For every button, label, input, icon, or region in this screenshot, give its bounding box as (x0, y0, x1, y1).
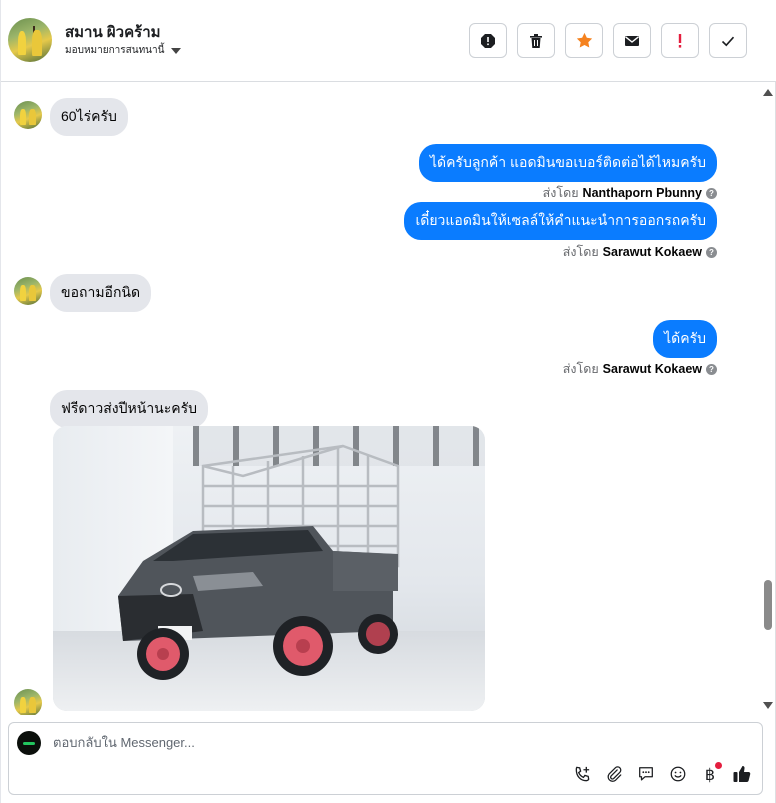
incoming-message[interactable]: 60ไร่ครับ (50, 98, 128, 136)
saved-replies-button[interactable] (636, 764, 656, 784)
outgoing-message[interactable]: เดี๋ยวแอดมินให้เซลล์ให้คำแนะนำการออกรถคร… (404, 202, 717, 240)
mail-icon (625, 35, 639, 46)
assign-label: มอบหมายการสนทนานี้ (65, 45, 165, 56)
contact-avatar-small[interactable] (14, 101, 42, 129)
help-icon[interactable]: ? (706, 187, 717, 199)
outgoing-message[interactable]: ได้ครับ (653, 320, 717, 358)
check-icon (721, 36, 735, 46)
message-composer: ฿ (8, 722, 763, 795)
message-thread: 60ไร่ครับ ได้ครับลูกค้า แอดมินขอเบอร์ติด… (1, 83, 761, 715)
mark-important-button[interactable] (661, 23, 699, 58)
paperclip-icon (607, 766, 622, 782)
star-icon (576, 32, 592, 48)
mark-unread-button[interactable] (613, 23, 651, 58)
spam-icon (481, 33, 495, 48)
attached-photo-truck[interactable] (53, 426, 485, 711)
trash-icon (530, 33, 542, 48)
important-icon (678, 33, 682, 48)
sender-name: Sarawut Kokaew (602, 245, 702, 259)
contact-avatar[interactable] (8, 18, 52, 62)
page-avatar (17, 731, 41, 755)
outgoing-message[interactable]: ได้ครับลูกค้า แอดมินขอเบอร์ติดต่อได้ไหมค… (418, 144, 717, 182)
chat-bubble-icon (639, 767, 653, 781)
scroll-thumb[interactable] (764, 580, 772, 630)
incoming-message[interactable]: ขอถามอีกนิด (50, 274, 152, 312)
sent-by-prefix: ส่งโดย (562, 362, 599, 376)
help-icon[interactable]: ? (706, 246, 717, 258)
composer-tools: ฿ (572, 762, 752, 784)
payment-button[interactable]: ฿ (700, 762, 722, 784)
contact-name[interactable]: สมาน ผิวคร้าม (65, 20, 161, 44)
emoji-button[interactable] (668, 764, 688, 784)
help-icon[interactable]: ? (706, 363, 717, 375)
sent-by-label: ส่งโดย Sarawut Kokaew ? (563, 242, 717, 262)
smiley-icon (670, 766, 686, 782)
contact-avatar-small[interactable] (14, 277, 42, 305)
assign-conversation-dropdown[interactable]: มอบหมายการสนทนานี้ (65, 43, 182, 58)
reply-input[interactable] (53, 735, 733, 750)
inbox-conversation-panel: สมาน ผิวคร้าม มอบหมายการสนทนานี้ 60ไร่คร… (0, 0, 776, 803)
caret-down-icon (171, 47, 182, 54)
send-like-button[interactable] (732, 764, 752, 784)
call-button[interactable] (572, 764, 592, 784)
sent-by-label: ส่งโดย Sarawut Kokaew ? (563, 359, 717, 379)
scroll-up-arrow-icon[interactable] (763, 89, 773, 96)
sent-by-label: ส่งโดย Nanthaporn Pbunny ? (543, 183, 717, 203)
conversation-actions (469, 23, 747, 58)
thumbs-up-icon (733, 766, 751, 782)
delete-button[interactable] (517, 23, 555, 58)
phone-plus-icon (575, 766, 589, 781)
sent-by-prefix: ส่งโดย (562, 245, 599, 259)
star-button[interactable] (565, 23, 603, 58)
conversation-header: สมาน ผิวคร้าม มอบหมายการสนทนานี้ (1, 0, 776, 82)
sent-by-prefix: ส่งโดย (542, 186, 579, 200)
incoming-message[interactable]: ฟรีดาวส่งปีหน้านะครับ (50, 390, 209, 428)
sender-name: Sarawut Kokaew (602, 362, 702, 376)
pickup-truck-image (118, 444, 400, 680)
scroll-down-arrow-icon[interactable] (763, 702, 773, 709)
attach-button[interactable] (604, 764, 624, 784)
mark-spam-button[interactable] (469, 23, 507, 58)
baht-icon: ฿ (704, 764, 716, 784)
mark-done-button[interactable] (709, 23, 747, 58)
notification-dot (715, 762, 722, 769)
sender-name: Nanthaporn Pbunny (582, 186, 702, 200)
contact-avatar-small[interactable] (14, 689, 42, 715)
thread-scrollbar[interactable] (761, 83, 775, 715)
